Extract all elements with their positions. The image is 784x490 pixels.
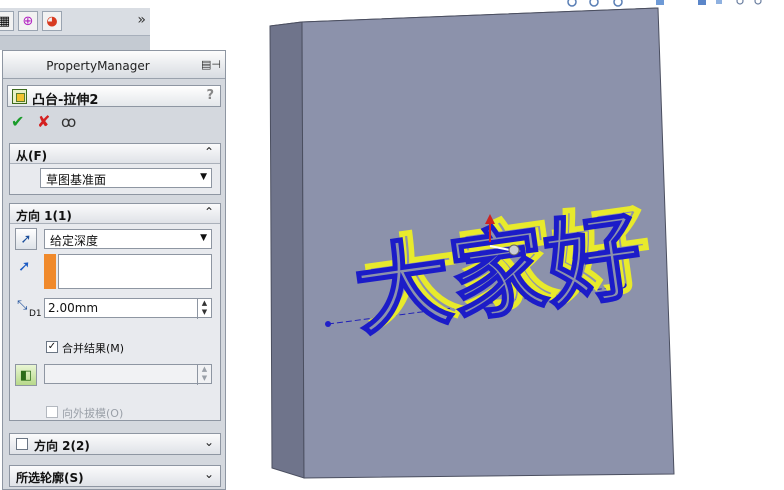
more-tabs-button[interactable]: »	[137, 12, 146, 28]
chevron-down-icon[interactable]: ⌄	[204, 435, 214, 449]
direction1-group-header[interactable]: 方向 1(1) ⌃	[10, 204, 220, 224]
draft-outward-checkbox	[46, 406, 58, 418]
view-toolbar[interactable]	[567, 0, 762, 7]
from-start-dropdown[interactable]: 草图基准面 ▼	[40, 168, 212, 188]
help-icon[interactable]: ?	[206, 88, 214, 103]
depth-value: 2.00mm	[48, 301, 99, 315]
chevron-up-icon[interactable]: ⌃	[204, 145, 214, 159]
property-manager: PropertyManager ▤⊣ 凸台-拉伸2 ? ✔ ✘ ꝏ 从(F) ⌃…	[2, 50, 226, 490]
from-group-title: 从(F)	[16, 149, 48, 163]
panel-divider	[0, 36, 150, 50]
manager-tabs: ▦ ⊕ ◕ »	[0, 8, 150, 36]
depth-dim-label: D1	[29, 309, 42, 319]
direction2-group-header[interactable]: 方向 2(2) ⌄	[10, 434, 220, 454]
merge-result-label: 合并结果(M)	[62, 342, 125, 355]
end-condition-value: 给定深度	[50, 234, 99, 248]
direction2-checkbox[interactable]	[16, 438, 28, 450]
direction1-group: 方向 1(1) ⌃ ➚ 给定深度 ▼ ➚ ⤡ D1 2.00mm ▲ ▼ ✓ 合并…	[9, 203, 221, 421]
selection-color-swatch	[44, 254, 56, 289]
depth-input[interactable]: 2.00mm ▲ ▼	[44, 298, 212, 319]
direction-vector-icon: ➚	[18, 257, 31, 275]
from-group-header[interactable]: 从(F) ⌃	[10, 144, 220, 164]
display-style-icon[interactable]	[716, 0, 722, 4]
reverse-direction-icon[interactable]: ➚	[15, 228, 37, 250]
depth-spinner[interactable]: ▲ ▼	[197, 299, 211, 319]
end-condition-dropdown[interactable]: 给定深度 ▼	[44, 229, 212, 249]
direction2-group-title: 方向 2(2)	[34, 439, 90, 453]
zoom-fit-icon[interactable]	[567, 0, 577, 7]
previous-view-icon[interactable]	[613, 0, 623, 7]
hide-show-icon[interactable]	[736, 0, 744, 5]
target-icon[interactable]: ⊕	[18, 11, 38, 31]
action-row: ✔ ✘ ꝏ	[11, 113, 111, 133]
feature-scope-icon[interactable]: ◧	[15, 364, 37, 386]
direction2-group: 方向 2(2) ⌄	[9, 433, 221, 455]
from-group: 从(F) ⌃ 草图基准面 ▼	[9, 143, 221, 195]
ok-icon[interactable]: ✔	[11, 113, 24, 131]
from-start-value: 草图基准面	[46, 173, 107, 187]
feature-title-bar: 凸台-拉伸2 ?	[7, 85, 221, 108]
sketch-endpoint[interactable]	[325, 321, 331, 327]
appearance-edit-icon[interactable]	[754, 0, 762, 5]
direction1-group-title: 方向 1(1)	[16, 209, 72, 223]
feature-title: 凸台-拉伸2	[32, 93, 99, 108]
direction-selection-box[interactable]	[58, 254, 212, 289]
merge-result-checkbox[interactable]: ✓	[46, 341, 58, 353]
pin-icon[interactable]: ▤⊣	[201, 58, 221, 71]
model-view[interactable]: 大家好 大家好	[228, 0, 784, 490]
pm-header: PropertyManager ▤⊣	[3, 51, 225, 79]
selected-contours-title: 所选轮廓(S)	[16, 471, 84, 485]
dropdown-arrow-icon: ▼	[200, 172, 207, 182]
cancel-icon[interactable]: ✘	[37, 113, 50, 131]
zoom-area-icon[interactable]	[589, 0, 599, 7]
draft-outward-label: 向外拔模(O)	[62, 407, 124, 420]
view-orientation-icon[interactable]	[698, 0, 706, 5]
detailed-preview-icon[interactable]: ꝏ	[61, 113, 76, 131]
draft-spinner: ▲ ▼	[197, 365, 211, 385]
chevron-down-icon[interactable]: ⌄	[204, 467, 214, 481]
selected-contours-group: 所选轮廓(S) ⌄	[9, 465, 221, 487]
chevron-up-icon[interactable]: ⌃	[204, 205, 214, 219]
appearance-icon[interactable]: ◕	[42, 11, 62, 31]
boss-extrude-icon	[12, 89, 27, 104]
selected-contours-header[interactable]: 所选轮廓(S) ⌄	[10, 466, 220, 486]
depth-icon: ⤡ D1	[17, 298, 42, 319]
graphics-viewport[interactable]: 大家好 大家好	[228, 0, 784, 490]
dropdown-arrow-icon: ▼	[200, 233, 207, 243]
tree-icon[interactable]: ▦	[0, 11, 14, 31]
block-side-face[interactable]	[269, 21, 305, 479]
draft-angle-input: ▲ ▼	[44, 364, 212, 385]
section-view-icon[interactable]	[656, 0, 664, 5]
left-panel: ▦ ⊕ ◕ » PropertyManager ▤⊣ 凸台-拉伸2 ? ✔ ✘ …	[0, 0, 228, 490]
pm-title: PropertyManager	[46, 59, 150, 73]
